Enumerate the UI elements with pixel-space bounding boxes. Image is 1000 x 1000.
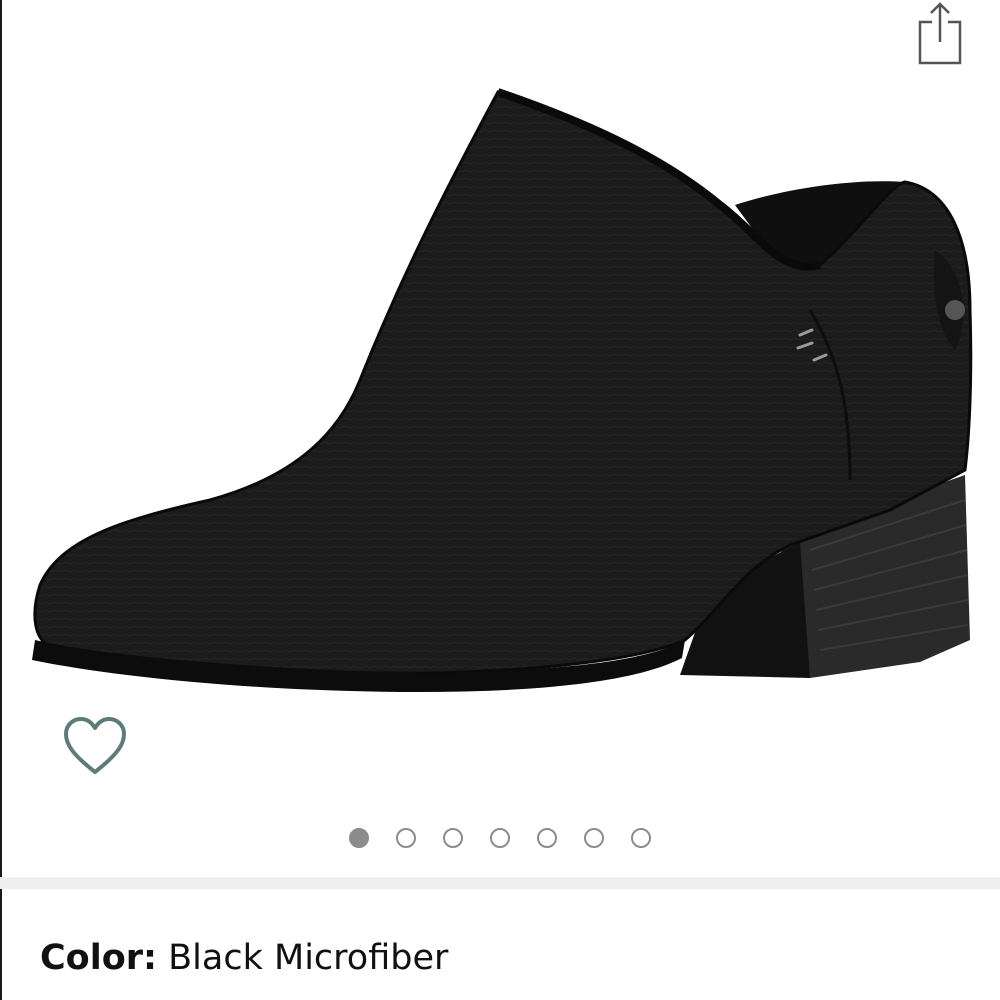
- carousel-dot-5[interactable]: [537, 828, 557, 848]
- carousel-dot-1[interactable]: [349, 828, 369, 848]
- wishlist-button[interactable]: [62, 716, 128, 778]
- heart-icon: [64, 717, 126, 774]
- color-selection-text: Color: Black Microfiber: [40, 938, 448, 978]
- share-button[interactable]: [912, 0, 968, 70]
- carousel-dot-6[interactable]: [584, 828, 604, 848]
- color-value: Black Microfiber: [168, 938, 449, 978]
- product-detail-page: Color: Black Microfiber: [0, 0, 1000, 1000]
- share-icon: [918, 2, 962, 65]
- color-label: Color:: [40, 938, 158, 978]
- section-divider: [0, 877, 1000, 889]
- carousel-dot-4[interactable]: [490, 828, 510, 848]
- product-image[interactable]: [20, 80, 985, 720]
- carousel-dot-3[interactable]: [443, 828, 463, 848]
- carousel-dot-2[interactable]: [396, 828, 416, 848]
- carousel-dot-7[interactable]: [631, 828, 651, 848]
- image-carousel-indicator: [0, 824, 1000, 852]
